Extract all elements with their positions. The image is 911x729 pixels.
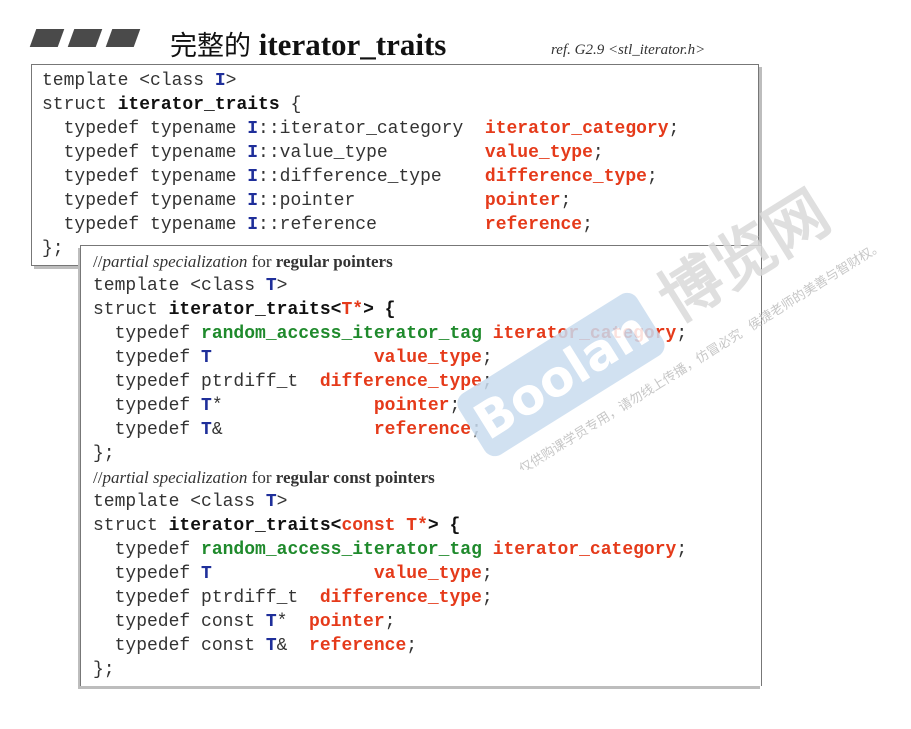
typedef-row: typedef typename I::reference reference;: [42, 215, 593, 235]
comment-const-pointers: //partial specialization for regular con…: [93, 468, 435, 487]
typedef-row: typedef typename I::pointer pointer;: [42, 191, 572, 211]
typedef-row: typedef typename I::difference_type diff…: [42, 167, 658, 187]
partial-specialization-code: //partial specialization for regular poi…: [93, 252, 688, 680]
source-reference: ref. G2.9 <stl_iterator.h>: [551, 42, 706, 58]
primary-template-code: template <class I> struct iterator_traits…: [42, 71, 680, 259]
comment-regular-pointers: //partial specialization for regular poi…: [93, 252, 393, 271]
typedef-row: typedef typename I::iterator_category it…: [42, 119, 680, 139]
title-decoration-bars: [29, 29, 143, 49]
typedef-row: typedef typename I::value_type value_typ…: [42, 143, 604, 163]
primary-template-box: template <class I> struct iterator_traits…: [31, 64, 759, 266]
page-title: 完整的 iterator_traits: [170, 27, 447, 62]
partial-specialization-box: //partial specialization for regular poi…: [80, 245, 762, 686]
watermark-notice-2: 侯捷老师的美善与智财权。: [745, 238, 886, 334]
